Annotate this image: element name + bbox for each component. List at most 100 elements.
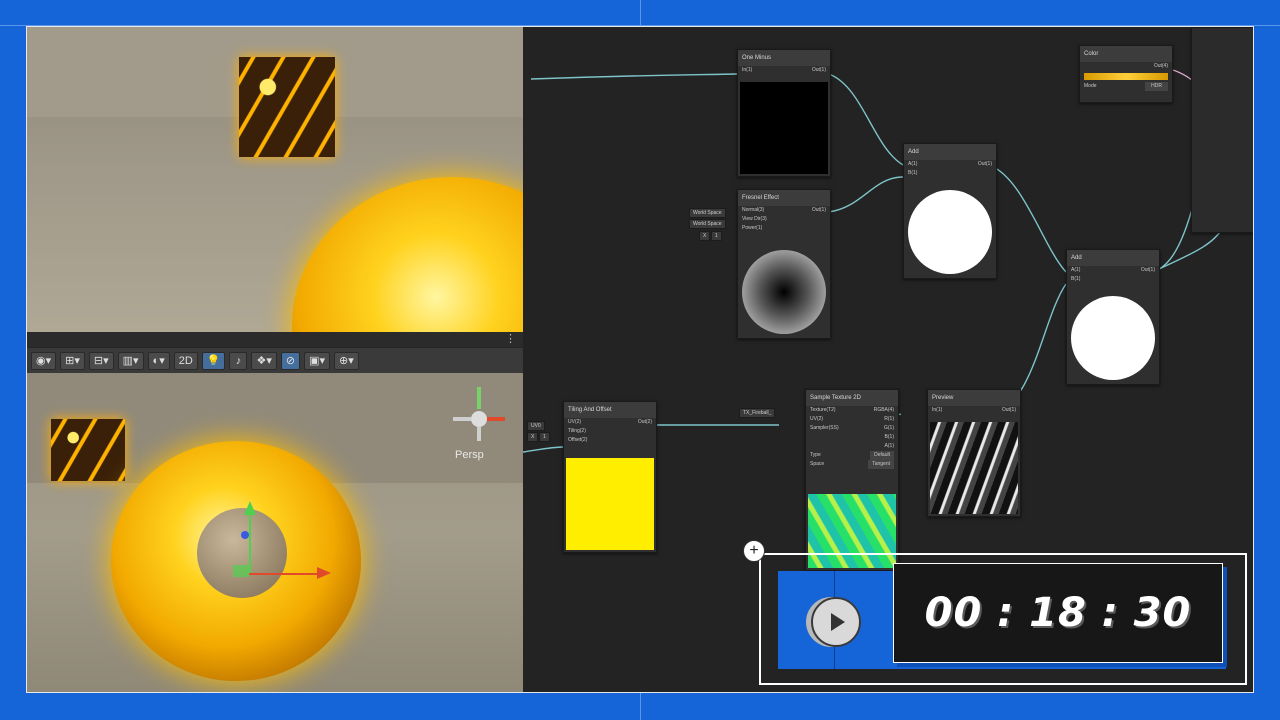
- port-normal[interactable]: Normal(3): [742, 206, 764, 215]
- node-title[interactable]: Tiling And Offset: [564, 402, 656, 418]
- port-r[interactable]: R(1): [884, 415, 894, 424]
- port-out[interactable]: Out(1): [812, 206, 826, 215]
- gizmo-y-arrow[interactable]: [244, 501, 256, 515]
- port-rgba[interactable]: RGBA(4): [874, 406, 894, 415]
- chip-power-value[interactable]: 1: [711, 231, 722, 241]
- orientation-y-arm[interactable]: [477, 387, 481, 409]
- scene-menu-dots[interactable]: ⋮: [505, 332, 517, 345]
- fire-sphere-closeup[interactable]: [292, 177, 523, 332]
- node-title[interactable]: One Minus: [738, 50, 830, 66]
- node-preview: [1069, 294, 1157, 382]
- globe-icon[interactable]: ◉▾: [31, 351, 57, 370]
- scene-view-bottom[interactable]: Persp: [27, 373, 523, 692]
- gizmo-icon[interactable]: ⊕▾: [334, 351, 359, 370]
- play-icon: [831, 613, 845, 631]
- port-out[interactable]: Out(1): [812, 66, 826, 75]
- mode-dropdown[interactable]: HDR: [1145, 82, 1168, 91]
- orientation-neg-x-arm[interactable]: [453, 417, 471, 421]
- lightbulb-icon[interactable]: 💡: [201, 351, 226, 370]
- shading-mode-icon[interactable]: ◐▾: [147, 351, 170, 370]
- play-button[interactable]: [811, 597, 861, 647]
- type-label: Type: [810, 452, 821, 458]
- port-power[interactable]: Power(1): [742, 224, 762, 233]
- node-title[interactable]: Preview: [928, 390, 1020, 406]
- port-b[interactable]: B(1): [885, 433, 894, 442]
- port-sampler[interactable]: Sampler(SS): [810, 424, 839, 433]
- fire-texture-quad[interactable]: [239, 57, 335, 157]
- node-title[interactable]: Color: [1080, 46, 1172, 62]
- port-tiling[interactable]: Tiling(2): [568, 427, 586, 436]
- port-uv[interactable]: UV(2): [568, 418, 581, 427]
- fire-texture-quad-small[interactable]: [51, 419, 125, 481]
- gizmo-plane-handle[interactable]: [233, 565, 249, 577]
- port-a[interactable]: A(1): [885, 442, 894, 451]
- node-sample-texture-2d[interactable]: Sample Texture 2D Texture(T2) RGBA(4) UV(…: [805, 389, 899, 571]
- effects-icon[interactable]: ❖▾: [251, 351, 277, 370]
- camera-icon[interactable]: ▣▾: [304, 351, 331, 370]
- port-texture[interactable]: Texture(T2): [810, 406, 836, 415]
- audio-toggle-icon[interactable]: ♪: [229, 351, 248, 370]
- scene-view-top[interactable]: [27, 27, 523, 332]
- orientation-x-arm[interactable]: [487, 417, 505, 421]
- port-a[interactable]: A(1): [908, 160, 917, 169]
- port-g[interactable]: G(1): [884, 424, 894, 433]
- port-out[interactable]: Out(1): [1002, 406, 1016, 415]
- chip-uv[interactable]: UV0: [527, 421, 545, 431]
- port-in[interactable]: In(1): [932, 406, 942, 415]
- chip-texture-asset[interactable]: TX_Fireball_: [739, 408, 776, 418]
- space-dropdown[interactable]: Tangent: [868, 460, 894, 469]
- grid-snap-icon[interactable]: ⊟▾: [88, 351, 114, 370]
- node-title[interactable]: Fresnel Effect: [738, 190, 830, 206]
- type-dropdown[interactable]: Default: [870, 451, 894, 460]
- chip-x[interactable]: X: [699, 231, 711, 241]
- gizmo-y-axis[interactable]: [249, 513, 251, 573]
- orientation-neg-y-arm[interactable]: [477, 427, 481, 441]
- color-swatch[interactable]: [1084, 73, 1168, 80]
- chip-world-space-2[interactable]: World Space: [689, 219, 726, 229]
- node-preview: [740, 248, 828, 336]
- master-stack-node[interactable]: [1191, 27, 1253, 233]
- chip-tiling-value[interactable]: 1: [539, 432, 550, 442]
- gizmo-x-arrow[interactable]: [317, 567, 331, 579]
- gizmo-x-axis[interactable]: [249, 573, 319, 575]
- port-out[interactable]: Out(1): [978, 160, 992, 169]
- chip-world-space[interactable]: World Space: [689, 208, 726, 218]
- node-color[interactable]: Color Out(4) Mode HDR: [1079, 45, 1173, 103]
- port-out[interactable]: Out(2): [638, 418, 652, 427]
- port-uv[interactable]: UV(2): [810, 415, 823, 424]
- node-title[interactable]: Sample Texture 2D: [806, 390, 898, 406]
- orientation-gizmo[interactable]: [471, 411, 487, 427]
- chip-x-tiling[interactable]: X: [527, 432, 539, 442]
- scene-tab-strip: ⋮: [27, 332, 523, 347]
- port-b[interactable]: B(1): [908, 169, 917, 178]
- hidden-objects-icon[interactable]: ⊘: [280, 351, 301, 370]
- node-title[interactable]: Add: [904, 144, 996, 160]
- plus-icon[interactable]: +: [743, 540, 765, 562]
- port-in[interactable]: In(1): [742, 66, 752, 75]
- timer-display: 00 : 18 : 30: [924, 590, 1192, 636]
- transform-tool-icon[interactable]: ⊞▾: [60, 351, 85, 370]
- scene-toolbar: ◉▾ ⊞▾ ⊟▾ ▥▾ ◐▾ 2D 💡 ♪ ❖▾ ⊘ ▣▾ ⊕▾: [27, 347, 523, 373]
- node-preview-lightning[interactable]: Preview In(1) Out(1): [927, 389, 1021, 517]
- node-add-1[interactable]: Add A(1) Out(1) B(1): [903, 143, 997, 279]
- port-a[interactable]: A(1): [1071, 266, 1080, 275]
- toggle-2d-button[interactable]: 2D: [173, 351, 198, 370]
- node-preview: [906, 188, 994, 276]
- audio-icon[interactable]: ▥▾: [117, 351, 144, 370]
- port-out[interactable]: Out(4): [1154, 62, 1168, 71]
- gizmo-z-handle[interactable]: [241, 531, 249, 539]
- node-preview: [740, 82, 828, 174]
- persp-label[interactable]: Persp: [455, 449, 484, 461]
- node-add-2[interactable]: Add A(1) Out(1) B(1): [1066, 249, 1160, 385]
- mode-label: Mode: [1084, 83, 1097, 89]
- port-b[interactable]: B(1): [1071, 275, 1080, 284]
- port-offset[interactable]: Offset(2): [568, 436, 587, 445]
- port-out[interactable]: Out(1): [1141, 266, 1155, 275]
- node-title[interactable]: Add: [1067, 250, 1159, 266]
- node-tiling-and-offset[interactable]: Tiling And Offset UV(2) Out(2) Tiling(2) …: [563, 401, 657, 553]
- port-view-dir[interactable]: View Dir(3): [742, 215, 767, 224]
- node-preview: [566, 458, 654, 550]
- node-fresnel-effect[interactable]: Fresnel Effect Normal(3) Out(1) View Dir(…: [737, 189, 831, 339]
- node-one-minus[interactable]: One Minus In(1) Out(1): [737, 49, 831, 177]
- space-label: Space: [810, 461, 825, 467]
